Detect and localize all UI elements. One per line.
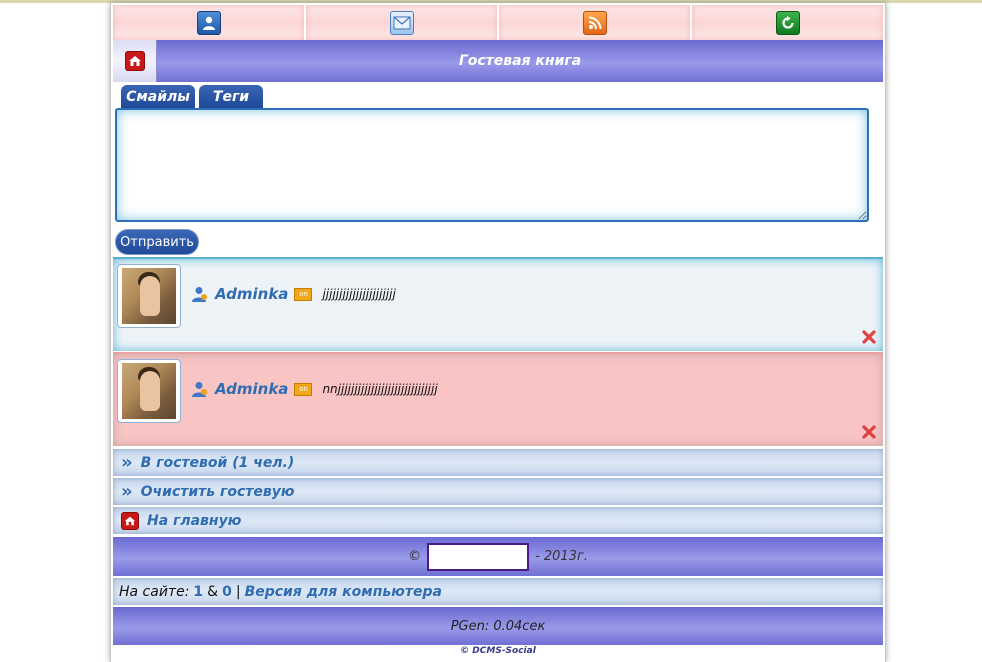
- copyright-bar: © - 2013г.: [113, 537, 883, 576]
- link-guests-online[interactable]: » В гостевой (1 чел.): [113, 449, 883, 476]
- site-name-box: [427, 542, 530, 571]
- tab-tags[interactable]: Теги: [199, 85, 263, 108]
- online-separator: &: [207, 583, 219, 600]
- link-label: На главную: [147, 512, 242, 529]
- post-username[interactable]: Adminka: [215, 285, 288, 303]
- editor-tabs: Смайлы Теги: [121, 85, 263, 108]
- profile-link[interactable]: [113, 5, 304, 40]
- post-text: jjjjjjjjjjjjjjjjjjjjjj: [322, 287, 396, 301]
- profile-icon: [196, 10, 221, 35]
- engine-credit[interactable]: © DCMS-Social: [113, 646, 883, 660]
- online-users-count[interactable]: 1: [193, 584, 203, 600]
- refresh-icon: [775, 10, 800, 35]
- copyright-symbol: ©: [408, 549, 422, 564]
- tab-smileys[interactable]: Смайлы: [121, 85, 195, 108]
- online-status-badge: on: [294, 287, 313, 301]
- link-label: Очистить гостевую: [140, 483, 295, 500]
- mail-icon: [389, 10, 414, 35]
- submit-button[interactable]: Отправить: [115, 229, 199, 255]
- user-icon: [192, 382, 207, 397]
- guestbook-post: Adminka on nnjjjjjjjjjjjjjjjjjjjjjjjjjjj…: [113, 352, 883, 446]
- post-text: nnjjjjjjjjjjjjjjjjjjjjjjjjjjjjjj: [322, 382, 438, 396]
- guestbook-post: Adminka on jjjjjjjjjjjjjjjjjjjjjj: [113, 257, 883, 351]
- link-label: В гостевой (1 чел.): [140, 454, 295, 471]
- desktop-version-link[interactable]: Версия для компьютера: [245, 584, 442, 600]
- online-status-bar: На сайте: 1 & 0 | Версия для компьютера: [113, 578, 883, 605]
- avatar-image: [122, 363, 176, 419]
- post-header: Adminka on jjjjjjjjjjjjjjjjjjjjjj: [191, 285, 396, 303]
- home-icon: [121, 511, 139, 530]
- mail-link[interactable]: [306, 5, 497, 40]
- double-chevron-right-icon: »: [121, 480, 133, 502]
- page-frame: Гостевая книга Смайлы Теги Отправить Adm…: [110, 3, 886, 662]
- copyright-year: - 2013г.: [535, 549, 588, 564]
- user-icon: [192, 287, 207, 302]
- post-username[interactable]: Adminka: [215, 380, 288, 398]
- avatar[interactable]: [117, 359, 181, 423]
- page-title: Гостевая книга: [458, 53, 582, 69]
- refresh-link[interactable]: [692, 5, 883, 40]
- page-generation-bar: PGen: 0.04сек: [113, 607, 883, 645]
- online-guests-count[interactable]: 0: [222, 584, 232, 600]
- page-title-cell: Гостевая книга: [157, 40, 883, 82]
- rss-icon: [582, 10, 607, 35]
- avatar-image: [122, 268, 176, 324]
- message-textarea[interactable]: [115, 108, 869, 222]
- delete-icon[interactable]: [861, 424, 877, 440]
- post-header: Adminka on nnjjjjjjjjjjjjjjjjjjjjjjjjjjj…: [191, 380, 438, 398]
- avatar[interactable]: [117, 264, 181, 328]
- top-icon-bar: [113, 5, 883, 40]
- delete-icon[interactable]: [861, 329, 877, 345]
- link-home[interactable]: На главную: [113, 507, 883, 534]
- title-bar: Гостевая книга: [113, 40, 883, 82]
- home-icon: [124, 51, 145, 71]
- link-clear-guestbook[interactable]: » Очистить гостевую: [113, 478, 883, 505]
- online-status-badge: on: [294, 382, 313, 396]
- page-generation-time: PGen: 0.04сек: [450, 618, 546, 634]
- home-button[interactable]: [113, 40, 157, 82]
- divider: |: [235, 583, 241, 600]
- rss-link[interactable]: [499, 5, 690, 40]
- online-label: На сайте:: [119, 583, 190, 600]
- double-chevron-right-icon: »: [121, 451, 133, 473]
